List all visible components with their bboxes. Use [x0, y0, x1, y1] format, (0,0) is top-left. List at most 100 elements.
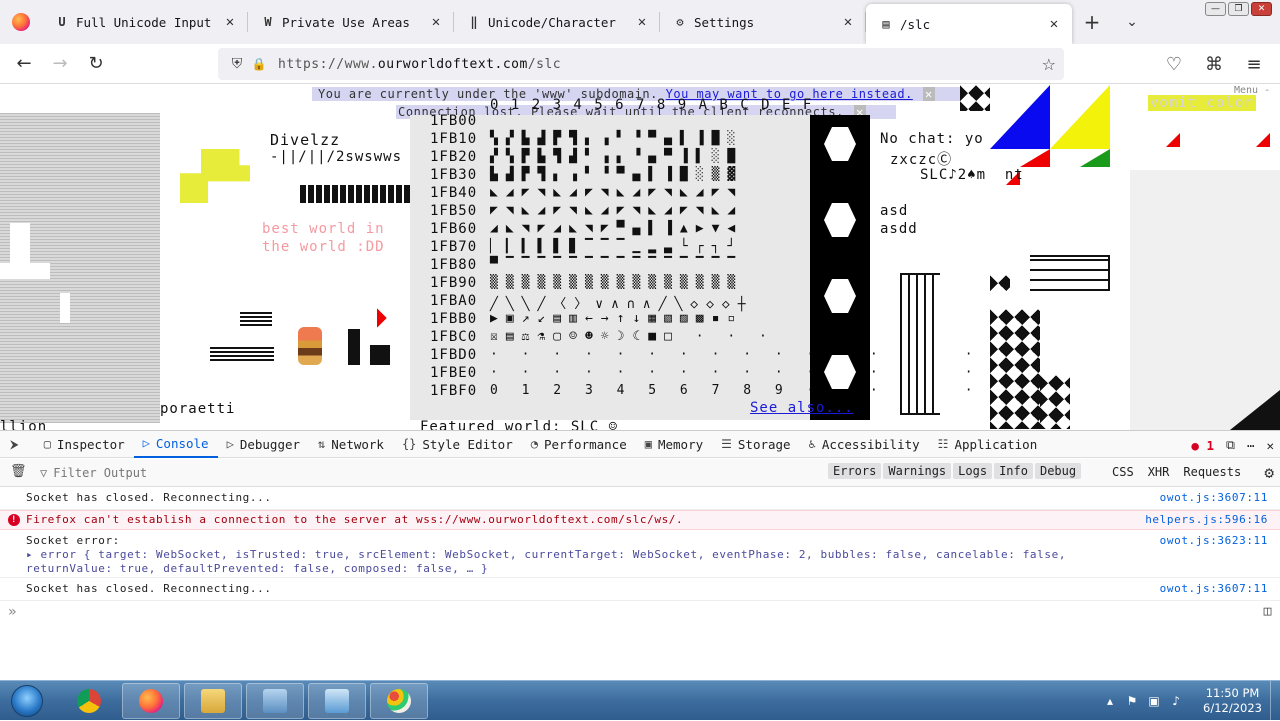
tab-application[interactable]: ☷ Application	[929, 430, 1047, 458]
firefox-view-button[interactable]	[0, 0, 42, 44]
tab-close-icon[interactable]: ✕	[1046, 16, 1062, 32]
diamond-card	[348, 329, 360, 365]
list-all-tabs-button[interactable]: ⌄	[1112, 0, 1152, 44]
tab-label: Settings	[694, 14, 755, 30]
source-link[interactable]: helpers.js:596:16	[1145, 511, 1268, 529]
tab-close-icon[interactable]: ✕	[222, 14, 238, 30]
show-hidden-icons[interactable]: ▴	[1103, 694, 1117, 708]
tab-storage[interactable]: ☰ Storage	[712, 430, 799, 458]
error-object-expandable[interactable]: ▸ error { target: WebSocket, isTrusted: …	[26, 548, 1280, 562]
tab-style-editor[interactable]: {} Style Editor	[393, 430, 522, 458]
tab-private-use-areas[interactable]: W Private Use Areas ✕	[248, 0, 454, 44]
console-output: Socket has closed. Reconnecting... owot.…	[0, 488, 1280, 680]
table-row-glyphs: ▏▎▍▌▋▊▔▔▔▁▂▃└┌┐┘	[490, 239, 744, 254]
reload-button[interactable]: ↻	[78, 48, 114, 80]
filter-css-button[interactable]: CSS	[1112, 465, 1134, 479]
url-bar[interactable]: ⛨ 🔒 https://www.ourworldoftext.com/slc ☆	[218, 48, 1064, 80]
taskbar-firefox[interactable]	[122, 683, 180, 719]
new-tab-button[interactable]: +	[1072, 0, 1112, 44]
extensions-icon[interactable]: ⌘	[1196, 48, 1232, 80]
maximize-button[interactable]: ❐	[1228, 2, 1249, 16]
table-row-code: 1FBD0	[430, 347, 478, 363]
divelzz-text: Divelzz	[270, 131, 341, 149]
start-button[interactable]	[4, 683, 50, 719]
show-desktop-button[interactable]	[1270, 681, 1280, 721]
filter-placeholder: Filter Output	[53, 465, 148, 480]
clock[interactable]: 11:50 PM 6/12/2023	[1203, 686, 1262, 716]
tab-close-icon[interactable]: ✕	[428, 14, 444, 30]
table-row-code: 1FBB0	[430, 311, 478, 327]
table-row-code: 1FB90	[430, 275, 478, 291]
network-icon[interactable]: ▣	[1147, 694, 1161, 708]
lock-icon[interactable]: 🔒	[248, 57, 270, 71]
element-picker-icon[interactable]: ⮞	[0, 430, 35, 458]
tab-console[interactable]: ▷ Console	[133, 430, 218, 458]
request-filters: CSS XHR Requests	[1112, 465, 1241, 479]
url-text[interactable]: https://www.ourworldoftext.com/slc	[278, 57, 561, 72]
tab-label: Full Unicode Input	[76, 14, 212, 30]
page-canvas[interactable]: You are currently under the 'www' subdom…	[0, 85, 1280, 430]
tab-accessibility[interactable]: ♿ Accessibility	[800, 430, 929, 458]
console-input-prompt[interactable]: »	[8, 604, 17, 620]
forward-button[interactable]: →	[42, 48, 78, 80]
menu-label[interactable]: Menu -	[1234, 85, 1270, 96]
tab-unicode-character[interactable]: ‖ Unicode/Character ✕	[454, 0, 660, 44]
taskbar-paint[interactable]	[370, 683, 428, 719]
trash-icon[interactable]: 🗑	[10, 464, 27, 479]
console-error-message: ! Firefox can't establish a connection t…	[0, 510, 1280, 530]
filter-xhr-button[interactable]: XHR	[1148, 465, 1170, 479]
window-controls: — ❐ ✕	[1205, 2, 1272, 16]
source-link[interactable]: owot.js:3623:11	[1160, 534, 1268, 548]
tab-full-unicode-input[interactable]: U Full Unicode Input ✕	[42, 0, 248, 44]
close-window-button[interactable]: ✕	[1251, 2, 1272, 16]
filter-output-input[interactable]: ▽ Filter Output	[40, 466, 440, 480]
tab-settings[interactable]: ⚙ Settings ✕	[660, 0, 866, 44]
tab-close-icon[interactable]: ✕	[634, 14, 650, 30]
light-gray-area	[1130, 170, 1280, 430]
taskbar-chrome[interactable]	[60, 683, 118, 719]
clock-time: 11:50 PM	[1205, 686, 1260, 700]
tab-performance[interactable]: ◔ Performance	[522, 430, 636, 458]
performance-icon: ◔	[530, 437, 538, 451]
volume-icon[interactable]: ♪	[1169, 694, 1183, 708]
error-count-badge[interactable]: ● 1	[1191, 438, 1214, 453]
tab-inspector[interactable]: ▢ Inspector	[35, 430, 134, 458]
taskbar-photo-viewer[interactable]	[308, 683, 366, 719]
pocket-icon[interactable]: ♡	[1156, 48, 1192, 80]
banner-close-icon[interactable]: ✕	[922, 87, 935, 101]
back-button[interactable]: ←	[6, 48, 42, 80]
tracking-shield-icon[interactable]: ⛨	[226, 56, 248, 72]
minimize-button[interactable]: —	[1205, 2, 1226, 16]
filter-logs-button[interactable]: Logs	[953, 463, 993, 479]
close-devtools-icon[interactable]: ✕	[1266, 438, 1274, 453]
dock-icon[interactable]: ⧉	[1226, 437, 1235, 453]
taskbar-control-panel[interactable]	[246, 683, 304, 719]
tab-network[interactable]: ⇅ Network	[309, 430, 393, 458]
bookmark-star-icon[interactable]: ☆	[1042, 55, 1056, 74]
filter-debug-button[interactable]: Debug	[1034, 463, 1082, 479]
console-message: Socket has closed. Reconnecting... owot.…	[0, 488, 1280, 510]
more-options-icon[interactable]: ⋯	[1247, 438, 1255, 453]
filter-info-button[interactable]: Info	[994, 463, 1033, 479]
see-also-link[interactable]: See also...	[750, 400, 854, 416]
unicode-char-table: 0 1 2 3 4 5 6 7 8 9 A B C D E F 1FB00 1FB…	[410, 97, 973, 420]
sidebar-toggle-icon[interactable]: ◫	[1264, 604, 1272, 619]
filter-requests-button[interactable]: Requests	[1183, 465, 1241, 479]
burger-emoji	[298, 327, 322, 365]
source-link[interactable]: owot.js:3607:11	[1160, 488, 1268, 508]
source-link[interactable]: owot.js:3607:11	[1160, 579, 1268, 599]
tab-close-icon[interactable]: ✕	[840, 14, 856, 30]
table-row-glyphs: ▚▞▙▟▛▜▖▗▘▝▀▄▌▐█░	[490, 131, 744, 146]
filter-warnings-button[interactable]: Warnings	[883, 463, 952, 479]
tab-label: Private Use Areas	[282, 14, 410, 30]
tab-slc[interactable]: ▤ /slc ✕	[866, 4, 1072, 44]
table-row-code: 1FB40	[430, 185, 478, 201]
action-center-icon[interactable]: ⚑	[1125, 694, 1139, 708]
filter-errors-button[interactable]: Errors	[828, 463, 882, 479]
tab-debugger[interactable]: ▷ Debugger	[218, 430, 309, 458]
console-settings-gear-icon[interactable]: ⚙	[1264, 463, 1274, 482]
app-menu-button[interactable]: ≡	[1236, 48, 1272, 80]
taskbar-explorer[interactable]	[184, 683, 242, 719]
poraetti-text: poraetti	[160, 401, 236, 417]
tab-memory[interactable]: ▣ Memory	[636, 430, 712, 458]
